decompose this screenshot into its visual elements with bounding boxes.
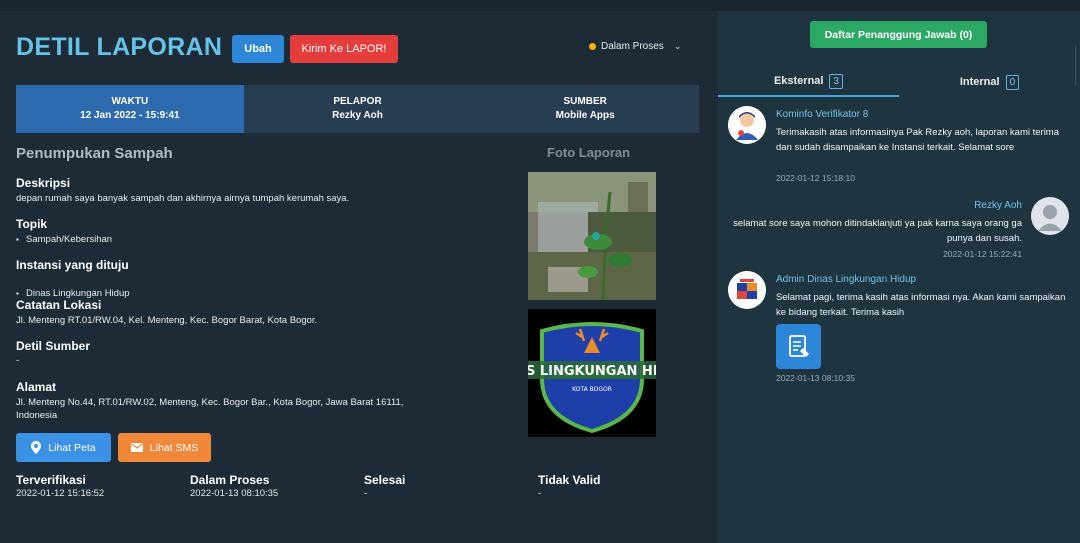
info-cell-source: SUMBER Mobile Apps — [471, 85, 700, 133]
info-label: WAKTU — [111, 96, 149, 107]
status-done-label: Selesai — [364, 473, 406, 487]
avatar — [728, 106, 766, 144]
status-invalid-time: - — [538, 488, 542, 499]
attachment-document-icon[interactable] — [776, 324, 821, 369]
status-verified-time: 2022-01-12 15:16:52 — [16, 488, 105, 499]
message-time: 2022-01-12 15:18:10 — [776, 173, 855, 183]
view-sms-label: Lihat SMS — [149, 441, 199, 454]
status-dot-icon — [589, 43, 596, 50]
info-bar: WAKTU 12 Jan 2022 - 15:9:41 PELAPOR Rezk… — [16, 85, 700, 133]
description-label: Deskripsi — [16, 176, 71, 190]
info-label: SUMBER — [563, 96, 607, 107]
message-time: 2022-01-12 15:22:41 — [943, 249, 1022, 259]
topic-value: Sampah/Kebersihan — [16, 233, 446, 246]
photo-section-label: Foto Laporan — [547, 145, 631, 160]
responsible-list-button[interactable]: Daftar Penanggung Jawab (0) — [810, 21, 987, 48]
topic-label: Topik — [16, 217, 48, 231]
page-title: DETIL LAPORAN — [16, 33, 223, 61]
status-verified-label: Terverifikasi — [16, 473, 86, 487]
conversation-panel: Daftar Penanggung Jawab (0) Eksternal 3 … — [718, 11, 1080, 543]
message-text: selamat sore saya mohon ditindaklanjuti … — [733, 218, 1022, 244]
agency-logo-image[interactable]: NAS LINGKUNGAN HIDU KOTA BOGOR — [528, 309, 656, 437]
source-detail-value: - — [16, 355, 20, 366]
report-detail-panel: DETIL LAPORAN Ubah Kirim Ke LAPOR! Dalam… — [0, 11, 716, 543]
message-sender: Rezky Aoh — [974, 200, 1022, 211]
avatar — [728, 271, 766, 309]
tab-label: Internal — [959, 76, 1000, 88]
avatar — [1031, 197, 1069, 235]
location-value: Jl. Menteng RT.01/RW.04, Kel. Menteng, K… — [16, 315, 318, 326]
info-value: Rezky Aoh — [332, 110, 383, 121]
report-subject: Penumpukan Sampah — [16, 145, 173, 162]
message-time: 2022-01-13 08:10:35 — [776, 373, 855, 383]
agency-label: Instansi yang dituju — [16, 258, 129, 272]
info-value: Mobile Apps — [555, 110, 615, 121]
report-photo[interactable] — [528, 172, 656, 300]
send-to-lapor-button[interactable]: Kirim Ke LAPOR! — [290, 35, 398, 63]
message-text: Selamat pagi, terima kasih atas informas… — [776, 292, 1066, 318]
status-in-process-time: 2022-01-13 08:10:35 — [190, 488, 279, 499]
svg-text:KOTA BOGOR: KOTA BOGOR — [572, 386, 612, 393]
envelope-icon — [130, 443, 143, 452]
tab-external[interactable]: Eksternal 3 — [718, 67, 899, 97]
info-cell-time: WAKTU 12 Jan 2022 - 15:9:41 — [16, 85, 244, 133]
tab-count-badge: 3 — [829, 73, 844, 89]
info-cell-reporter: PELAPOR Rezky Aoh — [243, 85, 472, 133]
svg-text:NAS LINGKUNGAN HIDU: NAS LINGKUNGAN HIDU — [528, 364, 656, 379]
tab-internal[interactable]: Internal 0 — [899, 67, 1080, 97]
view-map-button[interactable]: Lihat Peta — [16, 433, 111, 462]
tab-count-badge: 0 — [1005, 74, 1020, 90]
conversation-tabs: Eksternal 3 Internal 0 — [718, 67, 1080, 97]
source-detail-label: Detil Sumber — [16, 339, 91, 353]
view-map-label: Lihat Peta — [48, 441, 96, 454]
address-label: Alamat — [16, 380, 57, 394]
info-value: 12 Jan 2022 - 15:9:41 — [80, 110, 180, 121]
chevron-down-icon: ⌄ — [673, 41, 682, 51]
info-label: PELAPOR — [333, 96, 382, 107]
message-text: Terimakasih atas informasinya Pak Rezky … — [776, 127, 1060, 153]
message-sender: Admin Dinas Lingkungan Hidup — [776, 274, 917, 285]
status-dropdown[interactable]: Dalam Proses ⌄ — [589, 41, 681, 52]
description-value: depan rumah saya banyak sampah dan akhir… — [16, 193, 350, 204]
status-done-time: - — [364, 488, 368, 499]
address-value: Jl. Menteng No.44, RT.01/RW.02, Menteng,… — [16, 397, 404, 421]
tab-label: Eksternal — [773, 75, 824, 87]
status-invalid-label: Tidak Valid — [538, 473, 601, 487]
view-sms-button[interactable]: Lihat SMS — [118, 433, 211, 462]
top-bar — [0, 0, 1080, 11]
status-label: Dalam Proses — [601, 41, 664, 52]
map-pin-icon — [31, 441, 42, 454]
location-label: Catatan Lokasi — [16, 298, 102, 312]
message-sender: Kominfo Verifikator 8 — [776, 109, 869, 120]
status-in-process-label: Dalam Proses — [190, 473, 270, 487]
edit-button[interactable]: Ubah — [232, 35, 284, 63]
